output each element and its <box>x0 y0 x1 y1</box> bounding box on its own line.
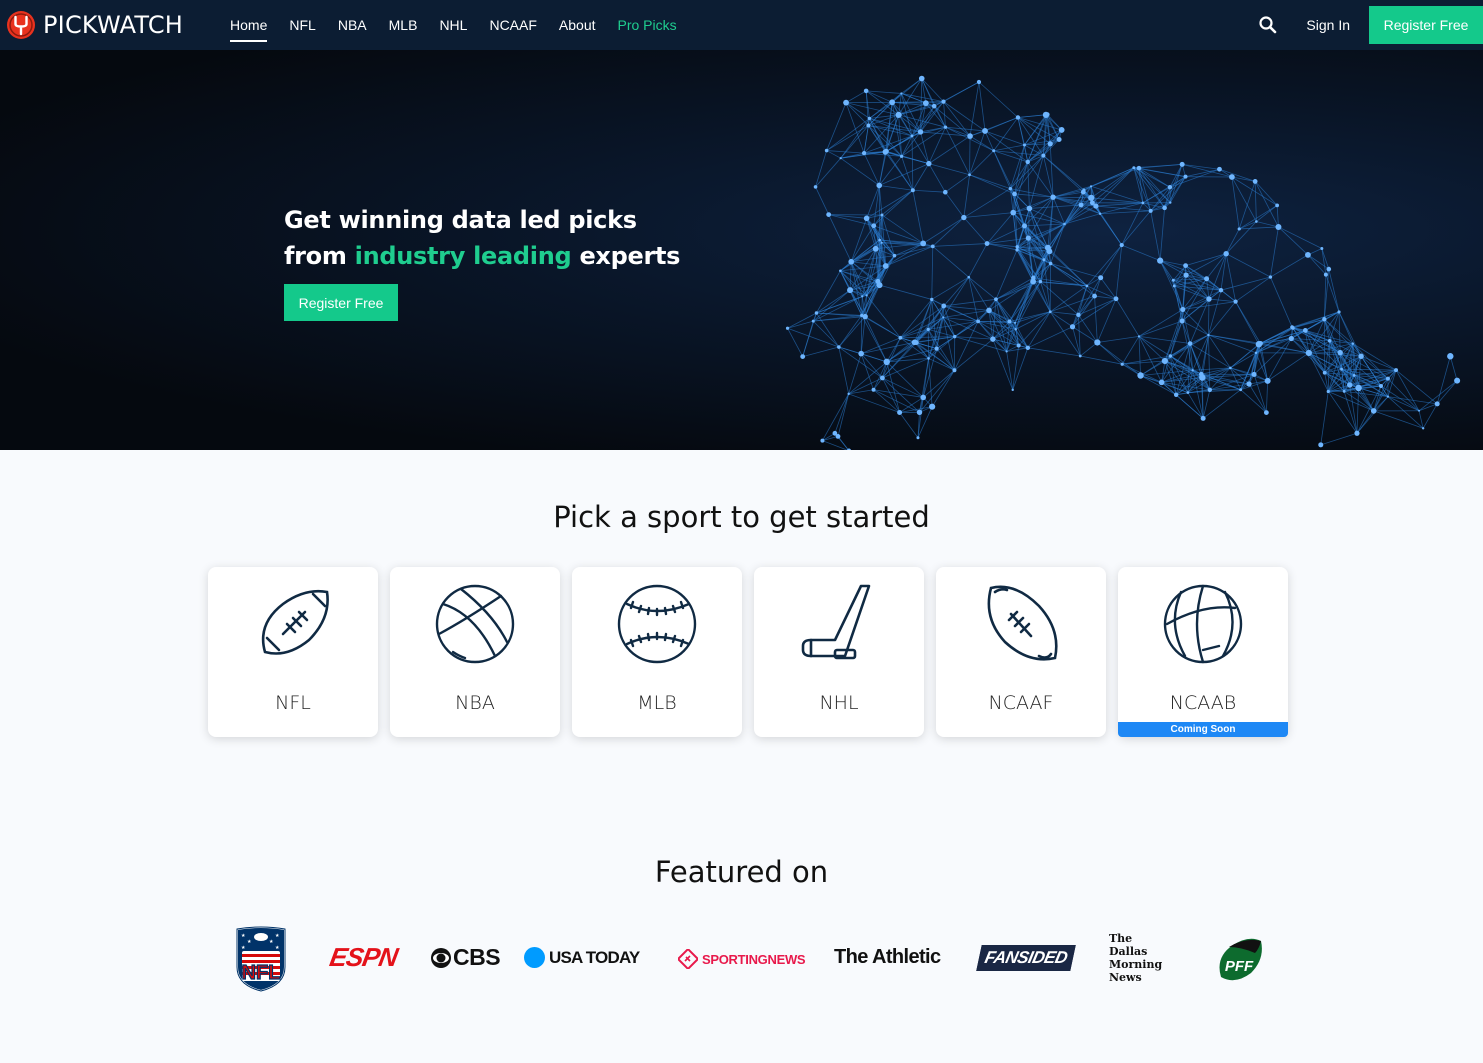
sport-label: NFL <box>275 692 311 714</box>
nav-nfl[interactable]: NFL <box>289 0 315 50</box>
sporting-news-diamond-icon <box>678 949 698 969</box>
goalpost-logo-icon <box>7 11 35 39</box>
nav-ncaaf[interactable]: NCAAF <box>489 0 536 50</box>
sporting-news-logo: SPORTINGNEWS <box>678 949 806 969</box>
sport-label: NCAAF <box>988 692 1054 714</box>
dallas-morning-news-logo: The Dallas Morning News <box>1109 932 1163 984</box>
hockey-stick-icon <box>801 584 871 660</box>
usa-today-logo: USA TODAY <box>524 947 640 968</box>
svg-text:PFF: PFF <box>1225 958 1254 975</box>
sport-label: NBA <box>455 692 495 714</box>
coming-soon-badge: Coming Soon <box>1118 722 1288 737</box>
nav-nba[interactable]: NBA <box>338 0 367 50</box>
network-football-players-illustration <box>785 75 1461 450</box>
hero-line2-end: experts <box>571 242 681 270</box>
sport-label: NCAAB <box>1169 692 1237 714</box>
cbs-logo: CBS <box>430 944 501 971</box>
sport-card-nfl[interactable]: NFL <box>208 567 378 737</box>
pick-sport-title: Pick a sport to get started <box>553 500 930 534</box>
featured-on-title: Featured on <box>654 855 829 889</box>
svg-text:★: ★ <box>275 945 280 951</box>
sign-in-link[interactable]: Sign In <box>1306 17 1350 33</box>
sport-label: MLB <box>637 692 677 714</box>
nav-home[interactable]: Home <box>230 0 268 50</box>
pff-logo: PFF <box>1215 937 1263 983</box>
svg-text:★: ★ <box>269 939 274 945</box>
nav-nhl[interactable]: NHL <box>439 0 467 50</box>
basketball-icon <box>435 584 515 664</box>
sport-label: NHL <box>819 692 859 714</box>
hero-register-button[interactable]: Register Free <box>284 284 398 321</box>
nav-links: Home NFL NBA MLB NHL NCAAF About Pro Pic… <box>230 0 699 50</box>
sport-cards: NFL NBA MLB NHL NCAAF NCAAB Coming Soon <box>208 567 1300 737</box>
svg-text:★: ★ <box>241 933 246 939</box>
brand[interactable]: PICKWATCH <box>6 0 183 50</box>
nfl-logo: ★ ★ ★ ★ ★ ★ NFL <box>233 923 289 993</box>
the-athletic-logo: The Athletic <box>834 946 941 968</box>
sport-card-ncaaf[interactable]: NCAAF <box>936 567 1106 737</box>
hero-text: Get winning data led picks from industry… <box>284 202 680 321</box>
hero-headline-line2: from industry leading experts <box>284 238 680 274</box>
cbs-eye-icon <box>431 947 451 968</box>
basketball-icon <box>1163 584 1243 664</box>
brand-name: PICKWATCH <box>43 11 184 39</box>
svg-text:★: ★ <box>241 945 246 951</box>
svg-text:★: ★ <box>247 939 252 945</box>
nav-right: Sign In Register Free <box>1258 0 1483 50</box>
nav-pro-picks[interactable]: Pro Picks <box>618 0 677 50</box>
svg-text:★: ★ <box>275 933 280 939</box>
sport-card-mlb[interactable]: MLB <box>572 567 742 737</box>
featured-logos: ★ ★ ★ ★ ★ ★ NFL ESPN CBS USA TODAY SPORTINGNE… <box>225 920 1275 1000</box>
nav-mlb[interactable]: MLB <box>389 0 418 50</box>
espn-logo: ESPN <box>327 942 400 972</box>
sport-card-nhl[interactable]: NHL <box>754 567 924 737</box>
hero-accent-text: industry leading <box>354 242 572 270</box>
hero-banner: Get winning data led picks from industry… <box>0 50 1483 450</box>
sport-card-ncaab[interactable]: NCAAB Coming Soon <box>1118 567 1288 737</box>
sport-card-nba[interactable]: NBA <box>390 567 560 737</box>
baseball-icon <box>617 584 697 664</box>
fansided-logo: FANSIDED <box>976 945 1076 971</box>
register-free-button[interactable]: Register Free <box>1369 6 1483 44</box>
college-football-icon <box>987 585 1058 661</box>
hero-line2-start: from <box>284 242 355 270</box>
svg-text:NFL: NFL <box>242 962 281 984</box>
search-icon[interactable] <box>1258 15 1278 35</box>
hero-headline-line1: Get winning data led picks <box>284 206 637 234</box>
football-icon <box>261 589 329 655</box>
nav-about[interactable]: About <box>559 0 596 50</box>
top-navbar: PICKWATCH Home NFL NBA MLB NHL NCAAF Abo… <box>0 0 1483 50</box>
usa-today-dot-icon <box>524 947 545 968</box>
